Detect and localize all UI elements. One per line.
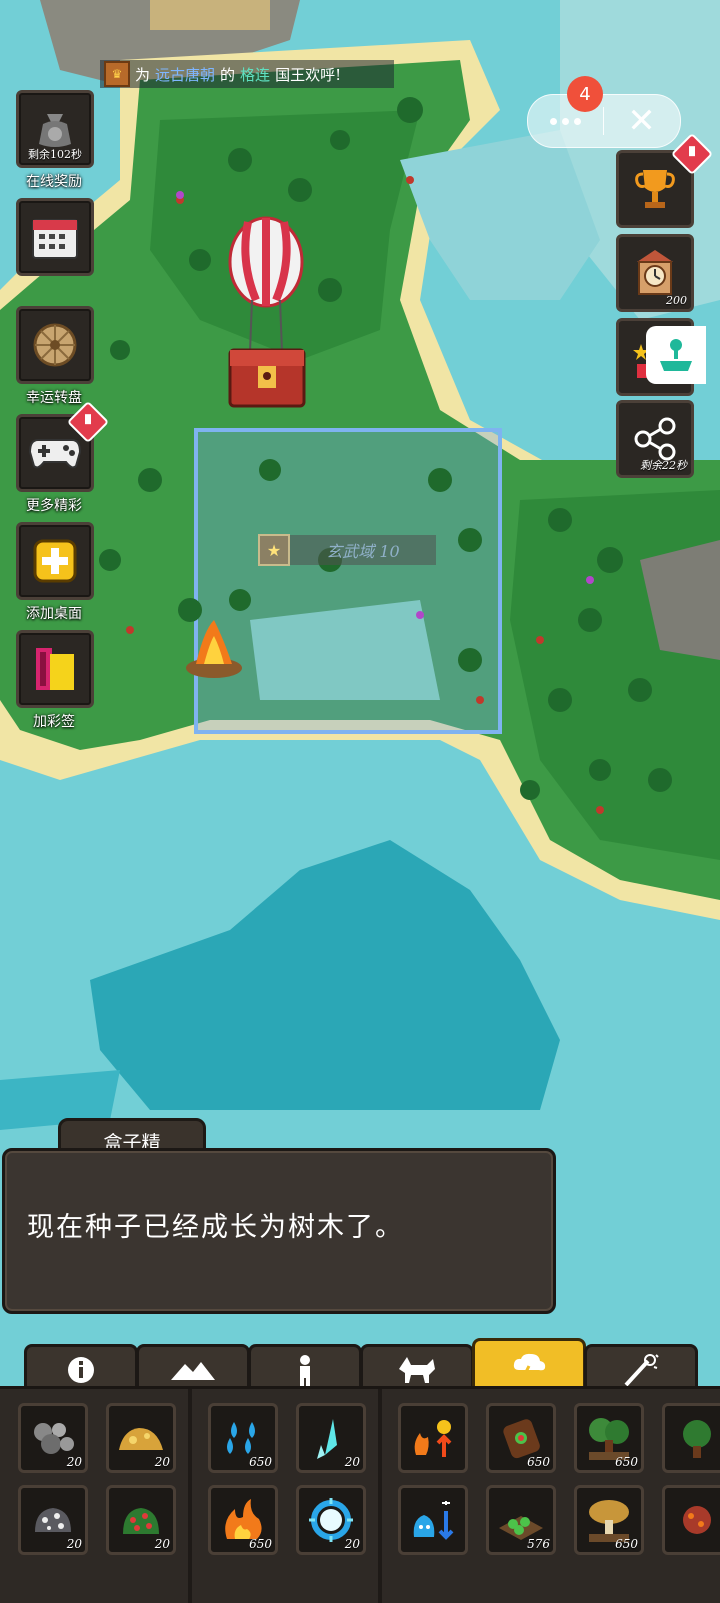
seed-bag-icon <box>503 1419 540 1459</box>
crown-icon: ♛ <box>104 61 130 87</box>
item-berry-bush[interactable]: 20 <box>106 1485 176 1555</box>
notification-count-badge: 4 <box>567 76 603 112</box>
joystick-icon <box>660 339 692 371</box>
inventory-panel: 20 20 650 20 650 650 20 20 650 20 576 65… <box>0 1386 720 1603</box>
clock-count: 200 <box>666 294 687 307</box>
online-reward-label: 在线奖励 <box>26 174 82 190</box>
star-rank-icon: ★ <box>258 534 290 566</box>
more-fun-label: 更多精彩 <box>26 498 82 514</box>
storm-cloud-icon <box>513 1353 546 1382</box>
add-desktop-button[interactable]: 添加桌面 <box>16 522 94 623</box>
trophy-icon <box>635 170 675 208</box>
farm-plot-icon <box>499 1516 543 1540</box>
gamepad-icon <box>28 439 82 469</box>
zone-label[interactable]: ★ 玄武域 10 <box>258 534 436 566</box>
dynasty-name: 远古唐朝 <box>155 65 216 84</box>
item-gold-ore[interactable]: 20 <box>106 1403 176 1473</box>
silver-ore-icon <box>35 1508 71 1532</box>
humanoid-icon <box>300 1355 310 1386</box>
close-icon[interactable]: ✕ <box>604 104 679 138</box>
item-lava[interactable] <box>662 1485 720 1555</box>
stone-ore-icon <box>34 1423 74 1454</box>
item-farm-plot[interactable]: 576 <box>486 1485 556 1555</box>
more-fun-button[interactable]: 更多精彩 <box>16 400 110 515</box>
add-tag-label: 加彩签 <box>33 714 75 730</box>
lucky-wheel-label: 幸运转盘 <box>26 390 82 406</box>
category-tabs <box>18 1338 720 1393</box>
magic-wand-icon <box>624 1354 659 1387</box>
dialog-text: 现在种子已经成长为树木了。 <box>27 1212 404 1243</box>
add-desktop-label: 添加桌面 <box>26 606 82 622</box>
trophy-button[interactable] <box>616 132 714 228</box>
tag-icon <box>36 648 74 690</box>
add-tag-button[interactable]: 加彩签 <box>16 630 94 731</box>
tab-weather[interactable] <box>472 1338 586 1393</box>
item-frost-orb[interactable]: 20 <box>296 1485 366 1555</box>
mountain-icon <box>171 1362 215 1380</box>
fox-icon <box>399 1357 435 1383</box>
item-silver-ore[interactable]: 20 <box>18 1485 88 1555</box>
more-menu-button[interactable] <box>528 117 603 125</box>
wheel-icon <box>33 323 77 367</box>
clock-tower-icon <box>637 250 673 295</box>
item-ice-crystal[interactable]: 20 <box>296 1403 366 1473</box>
item-cool-down[interactable] <box>398 1485 468 1555</box>
item-bush[interactable] <box>662 1403 720 1473</box>
item-heat-up[interactable] <box>398 1403 468 1473</box>
lava-icon <box>683 1506 711 1534</box>
share-button[interactable]: 剩余22秒 <box>616 400 694 478</box>
reward-bag-icon <box>39 114 71 147</box>
lucky-wheel-button[interactable]: 幸运转盘 <box>16 306 94 407</box>
add-plus-icon <box>33 539 77 583</box>
bush-icon <box>683 1420 711 1458</box>
calendar-icon <box>32 219 78 259</box>
dialog-box[interactable]: 现在种子已经成长为树木了。 <box>2 1148 556 1314</box>
floating-game-button[interactable] <box>646 326 706 384</box>
share-icon <box>634 417 676 461</box>
item-water-drops[interactable]: 650 <box>208 1403 278 1473</box>
calendar-button[interactable] <box>16 198 94 279</box>
item-tree-sapling[interactable]: 650 <box>574 1403 644 1473</box>
item-seed-bag[interactable]: 650 <box>486 1403 556 1473</box>
cool-down-icon <box>413 1501 454 1540</box>
item-stone-ore[interactable]: 20 <box>18 1403 88 1473</box>
heat-up-icon <box>414 1420 452 1457</box>
mini-program-capsule: ✕ <box>527 94 681 148</box>
king-name: 格连 <box>240 65 271 84</box>
share-timer: 剩余22秒 <box>640 459 687 472</box>
king-cheer-notice: ♛ 为 远古唐朝 的 格连 国王欢呼! <box>100 60 394 88</box>
item-mushroom-tree[interactable]: 650 <box>574 1485 644 1555</box>
online-reward-timer: 剩余102秒 <box>28 148 82 161</box>
water-drops-icon <box>227 1422 255 1454</box>
item-fire[interactable]: 650 <box>208 1485 278 1555</box>
zone-name: 玄武域 10 <box>326 542 400 561</box>
clock-button[interactable]: 200 <box>616 234 694 312</box>
gold-ore-icon <box>119 1428 163 1450</box>
info-icon <box>68 1357 94 1383</box>
online-reward-button[interactable]: 剩余102秒 在线奖励 <box>16 90 94 191</box>
berry-bush-icon <box>123 1508 159 1534</box>
